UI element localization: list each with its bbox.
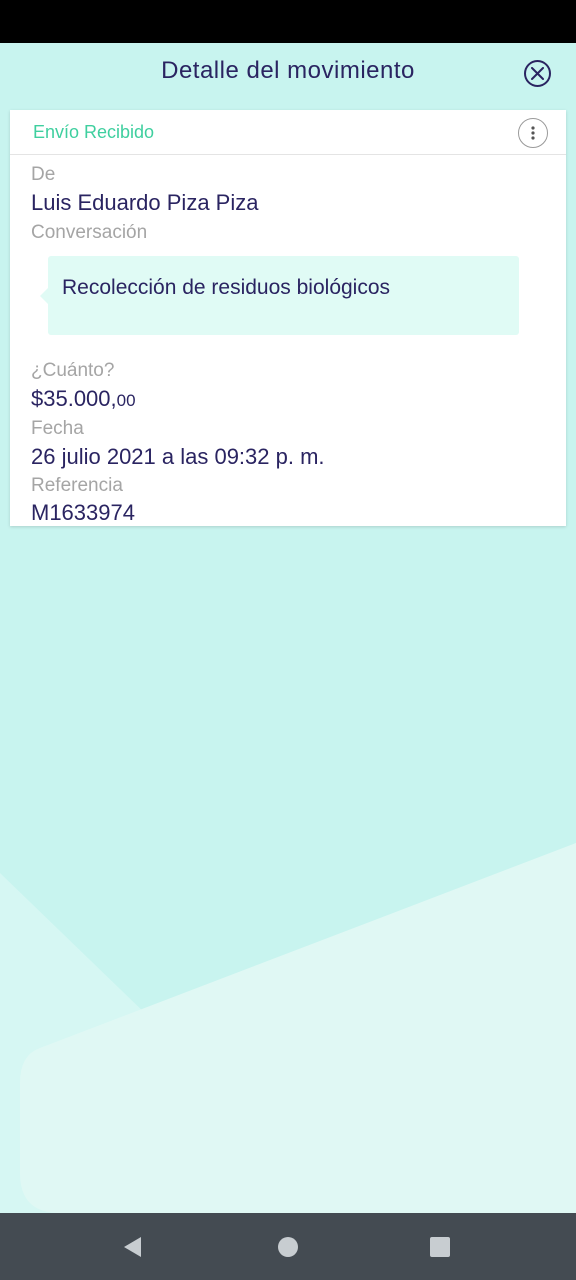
reference-value: M1633974 xyxy=(31,500,135,525)
movement-detail-card: Envío Recibido De Luis Eduardo Piza Piza… xyxy=(10,110,566,526)
more-options-button[interactable] xyxy=(518,118,548,148)
amount-value: $35.000,00 xyxy=(31,386,136,412)
from-label: De xyxy=(31,164,56,185)
close-button[interactable] xyxy=(524,60,551,87)
transaction-type-label: Envío Recibido xyxy=(33,122,155,142)
home-circle-icon xyxy=(278,1237,298,1257)
conversation-label: Conversación xyxy=(31,222,148,243)
from-value: Luis Eduardo Piza Piza xyxy=(31,190,259,215)
date-value: 26 julio 2021 a las 09:32 p. m. xyxy=(31,444,325,469)
home-button[interactable] xyxy=(274,1233,302,1261)
recents-square-icon xyxy=(430,1237,450,1257)
back-triangle-icon xyxy=(124,1237,141,1257)
amount-label: ¿Cuánto? xyxy=(31,360,115,381)
close-icon xyxy=(531,67,544,80)
amount-cents: 00 xyxy=(116,391,136,410)
system-nav-bar xyxy=(0,1213,576,1280)
page-title: Detalle del movimiento xyxy=(161,57,415,84)
reference-label: Referencia xyxy=(31,475,123,496)
conversation-message: Recolección de residuos biológicos xyxy=(62,276,391,299)
more-vertical-icon xyxy=(531,126,535,140)
recents-button[interactable] xyxy=(426,1233,454,1261)
card-header: Envío Recibido xyxy=(10,110,566,155)
conversation-bubble: Recolección de residuos biológicos xyxy=(40,256,519,335)
back-button[interactable] xyxy=(118,1233,146,1261)
amount-main: $35.000, xyxy=(31,386,117,411)
date-label: Fecha xyxy=(31,418,84,439)
app-header: Detalle del movimiento xyxy=(0,43,576,103)
status-bar xyxy=(0,0,576,43)
